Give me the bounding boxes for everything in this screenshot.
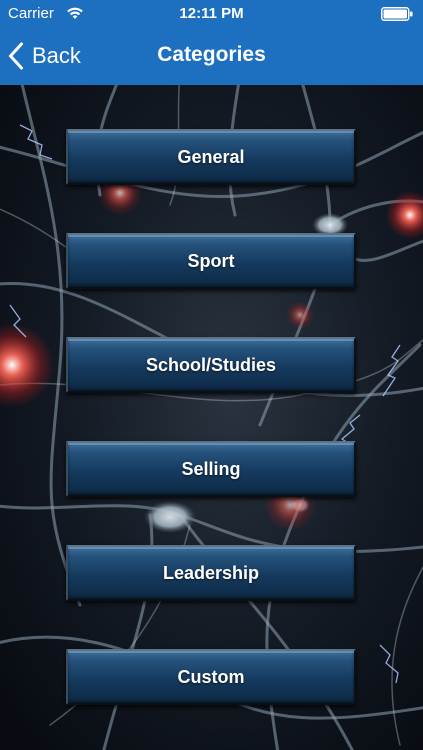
status-time: 12:11 PM	[179, 5, 244, 22]
category-button-leadership[interactable]: Leadership	[66, 545, 356, 601]
page-title: Categories	[157, 43, 266, 66]
top-bar: Carrier 12:11 PM Back Categories	[0, 0, 423, 85]
category-button-school-studies[interactable]: School/Studies	[66, 337, 356, 393]
category-label: General	[177, 146, 245, 167]
category-label: Sport	[187, 250, 235, 271]
categories-screen: Carrier 12:11 PM Back Categories General…	[0, 0, 423, 750]
category-label: Selling	[181, 458, 241, 479]
category-button-selling[interactable]: Selling	[66, 441, 356, 497]
category-list: General Sport School/Studies Selling Lea…	[0, 85, 423, 750]
battery-icon	[381, 7, 413, 21]
nav-bar: Back Categories	[0, 28, 423, 85]
category-label: Custom	[177, 666, 245, 687]
status-bar: Carrier 12:11 PM	[0, 0, 423, 28]
category-label: School/Studies	[145, 354, 277, 375]
category-button-sport[interactable]: Sport	[66, 233, 356, 289]
category-button-custom[interactable]: Custom	[66, 649, 356, 705]
category-label: Leadership	[162, 562, 260, 583]
category-button-general[interactable]: General	[66, 129, 356, 185]
